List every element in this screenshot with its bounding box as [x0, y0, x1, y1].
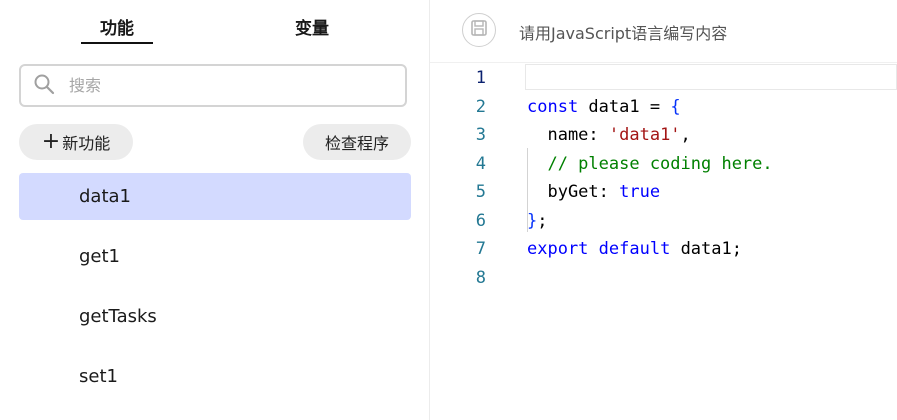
- new-function-label: 新功能: [62, 134, 111, 153]
- code-line[interactable]: 5 byGet: true: [430, 178, 897, 206]
- line-number: 1: [475, 68, 486, 88]
- code-token: 'data1': [608, 125, 681, 145]
- save-icon: [470, 19, 488, 41]
- code-text: const data1 = {: [527, 93, 681, 121]
- code-token: ,: [680, 125, 691, 145]
- code-line[interactable]: 3 name: 'data1',: [430, 121, 897, 149]
- line-number: 5: [475, 182, 486, 202]
- function-list-item[interactable]: set1: [19, 353, 411, 400]
- code-token: data1;: [670, 239, 742, 259]
- sidebar-tabs: 功能 变量: [0, 0, 429, 48]
- line-number: 3: [475, 125, 486, 145]
- toolbar-divider: [430, 62, 897, 63]
- code-line[interactable]: 6};: [430, 207, 897, 235]
- active-tab-underline: [81, 42, 153, 44]
- line-number: 2: [475, 96, 486, 117]
- code-editor[interactable]: 1 2 const data1 = {3 name: 'data1', 4 // pl…: [430, 64, 897, 420]
- code-token: // please coding here.: [527, 153, 773, 174]
- code-token: const: [527, 96, 579, 117]
- check-program-button[interactable]: 检查程序: [303, 124, 411, 160]
- code-editor-panel: 请用JavaScript语言编写内容 1 2 const data1 = {3 na…: [430, 0, 897, 420]
- code-text: name: 'data1',: [527, 121, 691, 149]
- function-list-item[interactable]: getTasks: [19, 293, 411, 340]
- code-text: byGet: true: [527, 178, 660, 206]
- code-token: {: [670, 96, 681, 117]
- search-input[interactable]: [67, 75, 405, 96]
- save-button[interactable]: [462, 13, 496, 47]
- function-list-item[interactable]: get1: [19, 233, 411, 280]
- tab-variables[interactable]: 变量: [276, 14, 348, 44]
- search-icon: [21, 73, 67, 99]
- function-list-item[interactable]: data1: [19, 173, 411, 220]
- code-token: byGet:: [527, 182, 620, 202]
- code-line[interactable]: 7 export default data1;: [430, 235, 897, 263]
- function-list: data1 get1 getTasks set1: [19, 173, 411, 413]
- editor-toolbar: 请用JavaScript语言编写内容: [430, 0, 897, 63]
- editor-hint: 请用JavaScript语言编写内容: [519, 24, 728, 43]
- code-line[interactable]: 1: [430, 64, 897, 92]
- tab-functions[interactable]: 功能: [81, 14, 153, 44]
- code-line[interactable]: 4 // please coding here.: [430, 150, 897, 178]
- code-token: }: [527, 210, 538, 231]
- code-token: data1 =: [578, 96, 671, 117]
- code-text: };: [527, 207, 548, 235]
- line-number: 6: [475, 210, 486, 231]
- plus-icon: +: [41, 129, 61, 154]
- code-line[interactable]: 2 const data1 = {: [430, 93, 897, 121]
- code-token: export: [527, 239, 589, 259]
- function-sidebar: 功能 变量 + 新功能 检查程序 data1 get1 getTasks set1: [0, 0, 430, 420]
- line-number: 4: [475, 153, 486, 174]
- new-function-button[interactable]: + 新功能: [19, 124, 133, 160]
- line-number: 7: [475, 239, 486, 259]
- code-token: ;: [537, 210, 548, 231]
- code-text: export default data1;: [527, 235, 742, 263]
- code-token: name:: [527, 125, 609, 145]
- line-number: 8: [475, 267, 486, 288]
- search-box[interactable]: [19, 64, 407, 107]
- code-text: // please coding here.: [527, 150, 773, 178]
- code-token: default: [598, 239, 671, 259]
- code-line[interactable]: 8: [430, 264, 897, 292]
- code-token: true: [619, 182, 661, 202]
